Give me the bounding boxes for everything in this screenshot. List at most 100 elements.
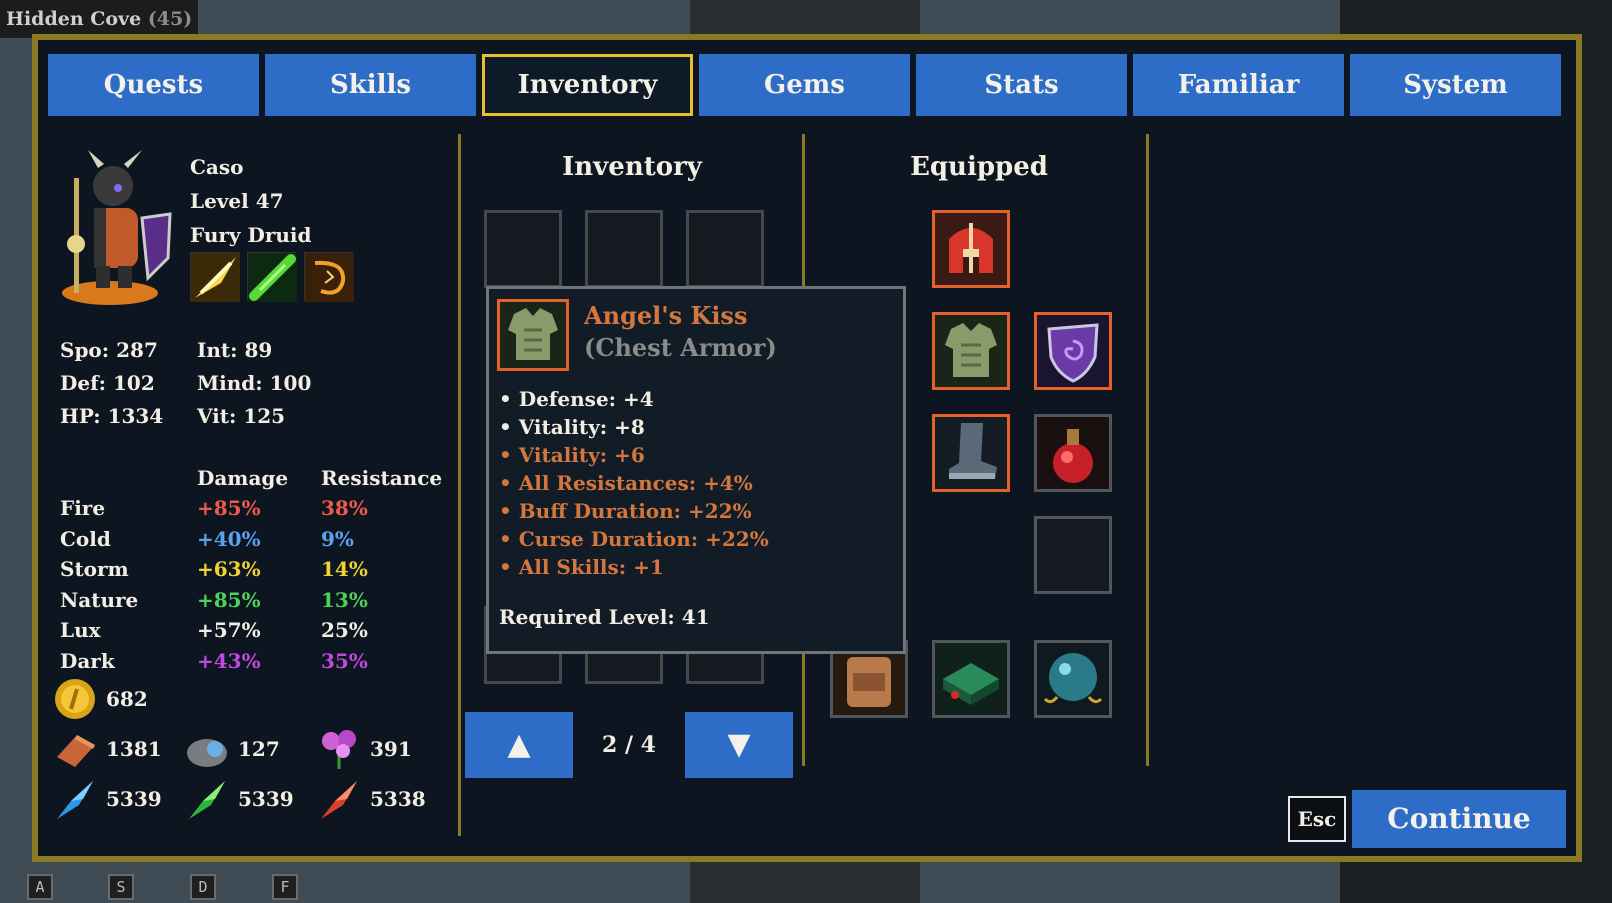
tab-stats[interactable]: Stats — [916, 54, 1127, 116]
element-nature-damage: +85% — [197, 588, 261, 612]
orb-amulet-icon — [1037, 643, 1109, 715]
tooltip-item-icon — [497, 299, 569, 371]
tooltip-stat: • All Resistances: +4% — [499, 471, 753, 495]
tab-inventory[interactable]: Inventory — [482, 54, 693, 116]
divider-1 — [458, 134, 461, 836]
attr-spo: Spo: 287 — [60, 338, 158, 362]
storm-hook-icon[interactable] — [304, 252, 354, 302]
chest-armor-icon — [935, 315, 1007, 387]
element-fire-damage: +85% — [197, 496, 261, 520]
blue-crystal-item: 5339 — [52, 776, 162, 822]
character-info: Caso Level 47 Fury Druid — [190, 150, 312, 252]
iron-value: 1381 — [106, 737, 162, 761]
hotkey-f[interactable]: F — [272, 874, 298, 900]
attr-hp: HP: 1334 — [60, 404, 164, 428]
inventory-title: Inventory — [562, 152, 702, 182]
red-crystal-value: 5338 — [370, 787, 426, 811]
iron-bar-icon — [52, 726, 98, 772]
green-crystal-item: 5339 — [184, 776, 294, 822]
stone-item: 127 — [184, 726, 280, 772]
element-cold-damage: +40% — [197, 527, 261, 551]
page-down-button[interactable]: ▼ — [685, 712, 793, 778]
helmet-icon — [935, 213, 1007, 285]
empty-equip-slot[interactable] — [1034, 516, 1112, 594]
helmet-slot[interactable] — [932, 210, 1010, 288]
inventory-slot[interactable] — [585, 210, 663, 288]
item-tooltip: Angel's Kiss (Chest Armor) • Defense: +4… — [486, 286, 906, 654]
inventory-slot[interactable] — [686, 210, 764, 288]
damage-header: Damage — [197, 466, 289, 490]
location-name: Hidden Cove — [6, 8, 142, 30]
nature-bolt-icon[interactable] — [247, 252, 297, 302]
amulet-slot[interactable] — [1034, 640, 1112, 718]
tab-quests[interactable]: Quests — [48, 54, 259, 116]
tab-gems[interactable]: Gems — [699, 54, 910, 116]
herb-item: 391 — [316, 726, 412, 772]
esc-button[interactable]: Esc — [1288, 796, 1346, 842]
tooltip-item-type: (Chest Armor) — [584, 333, 777, 362]
herb-value: 391 — [370, 737, 412, 761]
tooltip-item-name: Angel's Kiss — [584, 301, 748, 330]
orb-stone-icon — [184, 726, 230, 772]
element-lux-label: Lux — [60, 618, 101, 642]
boots-icon — [935, 417, 1007, 489]
element-lux-resistance: 25% — [321, 618, 368, 642]
iron-item: 1381 — [52, 726, 162, 772]
element-dark-damage: +43% — [197, 649, 261, 673]
gold-value: 682 — [106, 687, 148, 711]
druid-avatar-icon — [62, 150, 172, 305]
flower-herb-icon — [316, 726, 362, 772]
hotkey-s[interactable]: S — [108, 874, 134, 900]
element-fire-label: Fire — [60, 496, 106, 520]
page-indicator: 2 / 4 — [602, 732, 656, 758]
hotkey-d[interactable]: D — [190, 874, 216, 900]
chest-box-icon — [935, 643, 1007, 715]
tooltip-stat: • Vitality: +6 — [499, 443, 645, 467]
shield-slot[interactable] — [1034, 312, 1112, 390]
element-storm-damage: +63% — [197, 557, 261, 581]
element-cold-label: Cold — [60, 527, 111, 551]
chest-armor-icon — [500, 302, 566, 368]
light-slash-icon[interactable] — [190, 252, 240, 302]
element-lux-damage: +57% — [197, 618, 261, 642]
skill-icons — [190, 252, 354, 302]
tab-familiar[interactable]: Familiar — [1133, 54, 1344, 116]
element-cold-resistance: 9% — [321, 527, 354, 551]
character-class: Fury Druid — [190, 223, 312, 247]
gold-item: 682 — [52, 676, 148, 722]
red-crystal-icon — [316, 776, 362, 822]
divider-3 — [1146, 134, 1149, 766]
tooltip-stat: • All Skills: +1 — [499, 555, 664, 579]
character-level: Level 47 — [190, 189, 284, 213]
tooltip-required-level: Required Level: 41 — [499, 605, 710, 629]
page-up-button[interactable]: ▲ — [465, 712, 573, 778]
tooltip-stat: • Curse Duration: +22% — [499, 527, 769, 551]
continue-button[interactable]: Continue — [1352, 790, 1566, 848]
element-dark-label: Dark — [60, 649, 115, 673]
attr-int: Int: 89 — [197, 338, 273, 362]
stone-value: 127 — [238, 737, 280, 761]
potion-slot[interactable] — [1034, 414, 1112, 492]
chest-box-slot[interactable] — [932, 640, 1010, 718]
boots-slot[interactable] — [932, 414, 1010, 492]
green-crystal-value: 5339 — [238, 787, 294, 811]
tab-system[interactable]: System — [1350, 54, 1561, 116]
element-nature-resistance: 13% — [321, 588, 368, 612]
green-crystal-icon — [184, 776, 230, 822]
gold-coin-icon — [52, 676, 98, 722]
red-crystal-item: 5338 — [316, 776, 426, 822]
hotkey-a[interactable]: A — [27, 874, 53, 900]
tab-skills[interactable]: Skills — [265, 54, 476, 116]
shield-icon — [1037, 315, 1109, 387]
character-name: Caso — [190, 155, 244, 179]
location-level: (45) — [147, 8, 193, 30]
inventory-slot[interactable] — [484, 210, 562, 288]
resistance-header: Resistance — [321, 466, 443, 490]
tooltip-stat: • Buff Duration: +22% — [499, 499, 752, 523]
attr-def: Def: 102 — [60, 371, 155, 395]
chest-armor-slot[interactable] — [932, 312, 1010, 390]
element-nature-label: Nature — [60, 588, 139, 612]
element-dark-resistance: 35% — [321, 649, 368, 673]
potion-icon — [1037, 417, 1109, 489]
tooltip-stat-list: • Defense: +4 • Vitality: +8 • Vitality:… — [499, 385, 769, 581]
